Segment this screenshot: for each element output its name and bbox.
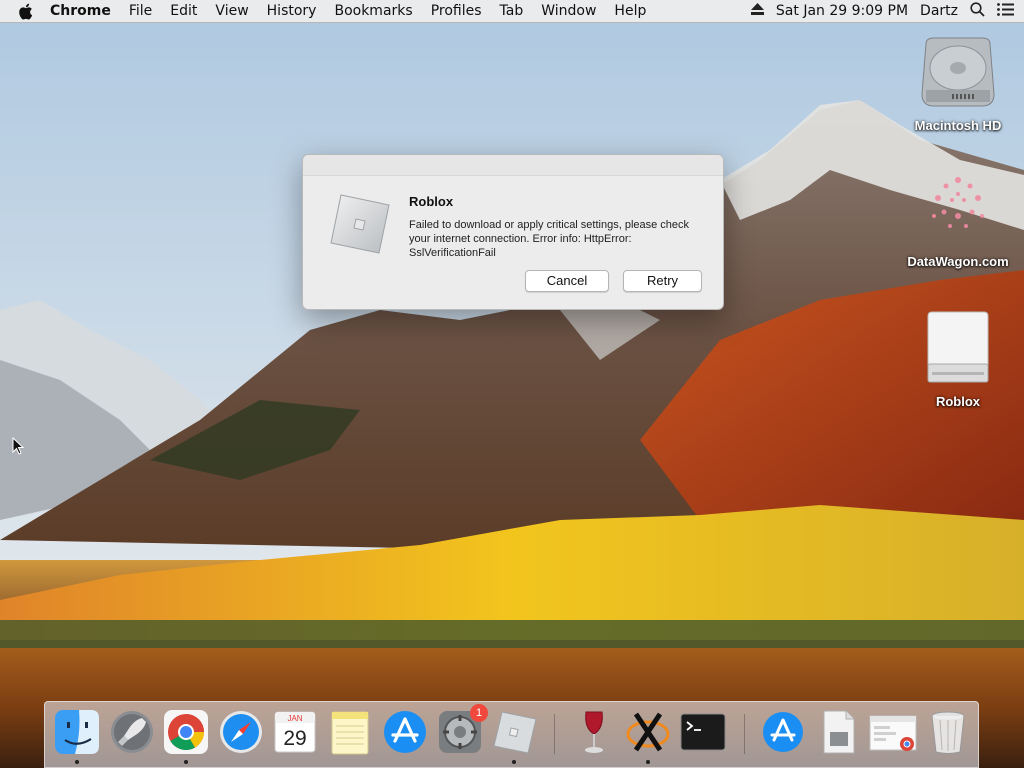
dock-item-launchpad[interactable] xyxy=(108,708,156,756)
app-store-icon xyxy=(381,711,429,760)
dock-item-xquartz[interactable] xyxy=(624,708,672,764)
desktop-icon-label: Macintosh HD xyxy=(914,118,1002,133)
calendar-month: JAN xyxy=(287,714,302,723)
mouse-pointer-icon xyxy=(12,436,25,459)
roblox-icon xyxy=(490,711,538,760)
menu-view[interactable]: View xyxy=(206,0,257,22)
desktop-wallpaper xyxy=(0,0,1024,768)
menubar-clock[interactable]: Sat Jan 29 9:09 PM xyxy=(776,0,908,22)
notification-center-icon[interactable] xyxy=(997,2,1014,20)
roblox-icon xyxy=(327,191,393,257)
network-volume-icon xyxy=(918,170,998,250)
running-indicator xyxy=(646,760,650,764)
dock: JAN 29 1 xyxy=(44,701,979,768)
trash-icon xyxy=(924,711,972,760)
dock-item-document[interactable] xyxy=(814,708,862,756)
dialog-title: Roblox xyxy=(409,194,454,209)
running-indicator xyxy=(512,760,516,764)
terminal-icon xyxy=(679,713,727,760)
desktop-icon-label: Roblox xyxy=(935,394,981,409)
menu-edit[interactable]: Edit xyxy=(161,0,206,22)
notification-badge: 1 xyxy=(470,704,488,722)
running-indicator xyxy=(75,760,79,764)
eject-icon[interactable] xyxy=(750,3,764,19)
retry-button[interactable]: Retry xyxy=(623,270,702,292)
status-area: Sat Jan 29 9:09 PM Dartz xyxy=(739,0,1014,22)
running-indicator xyxy=(184,760,188,764)
roblox-alert-dialog: Roblox Failed to download or apply criti… xyxy=(302,154,724,310)
menu-history[interactable]: History xyxy=(258,0,326,22)
safari-icon xyxy=(217,711,265,760)
chrome-window-icon xyxy=(869,715,917,760)
cancel-button[interactable]: Cancel xyxy=(525,270,609,292)
dock-item-wine[interactable] xyxy=(570,708,618,756)
wine-icon xyxy=(570,711,618,760)
disk-image-icon xyxy=(918,306,998,390)
calendar-icon: JAN 29 xyxy=(271,711,319,760)
notes-icon xyxy=(326,711,374,760)
dock-item-system-preferences[interactable]: 1 xyxy=(436,704,488,756)
dock-item-chrome-window[interactable] xyxy=(869,708,917,756)
dialog-message: Failed to download or apply critical set… xyxy=(409,219,690,259)
system-preferences-icon xyxy=(436,711,484,760)
menu-tab[interactable]: Tab xyxy=(491,0,533,22)
menu-window[interactable]: Window xyxy=(532,0,605,22)
xquartz-icon xyxy=(624,712,672,760)
dock-item-safari[interactable] xyxy=(217,708,265,756)
finder-icon xyxy=(53,710,101,760)
menu-help[interactable]: Help xyxy=(605,0,655,22)
menu-file[interactable]: File xyxy=(120,0,161,22)
dock-item-notes[interactable] xyxy=(326,708,374,756)
desktop-icon-roblox[interactable]: Roblox xyxy=(903,306,1013,409)
dialog-titlebar[interactable] xyxy=(303,155,723,176)
dock-item-app-store-downloads[interactable] xyxy=(759,708,807,756)
dock-item-app-store[interactable] xyxy=(381,708,429,756)
dock-separator xyxy=(554,714,555,754)
wallpaper-mountains xyxy=(0,0,1024,768)
dock-item-calendar[interactable]: JAN 29 xyxy=(271,708,319,756)
hard-drive-icon xyxy=(918,30,998,114)
launchpad-icon xyxy=(108,711,156,760)
desktop-icon-datawagon[interactable]: DataWagon.com xyxy=(903,170,1013,269)
calendar-day: 29 xyxy=(283,727,306,750)
document-icon xyxy=(814,710,862,760)
apple-icon[interactable] xyxy=(18,2,36,20)
dock-separator xyxy=(744,714,745,754)
app-store-folder-icon xyxy=(759,712,807,760)
menu-bookmarks[interactable]: Bookmarks xyxy=(325,0,421,22)
dock-item-chrome[interactable] xyxy=(162,708,210,764)
menu-app-name[interactable]: Chrome xyxy=(50,0,120,22)
dock-item-trash[interactable] xyxy=(924,708,972,756)
chrome-icon xyxy=(162,710,210,760)
dock-item-roblox[interactable] xyxy=(490,708,538,764)
dock-item-finder[interactable] xyxy=(53,708,101,764)
desktop-icon-macintosh-hd[interactable]: Macintosh HD xyxy=(903,30,1013,133)
spotlight-icon[interactable] xyxy=(970,1,985,21)
menu-bar: Chrome File Edit View History Bookmarks … xyxy=(0,0,1024,23)
dock-item-terminal[interactable] xyxy=(679,708,727,756)
menu-profiles[interactable]: Profiles xyxy=(422,0,491,22)
desktop-icon-label: DataWagon.com xyxy=(907,254,1009,269)
menubar-user[interactable]: Dartz xyxy=(920,0,958,22)
